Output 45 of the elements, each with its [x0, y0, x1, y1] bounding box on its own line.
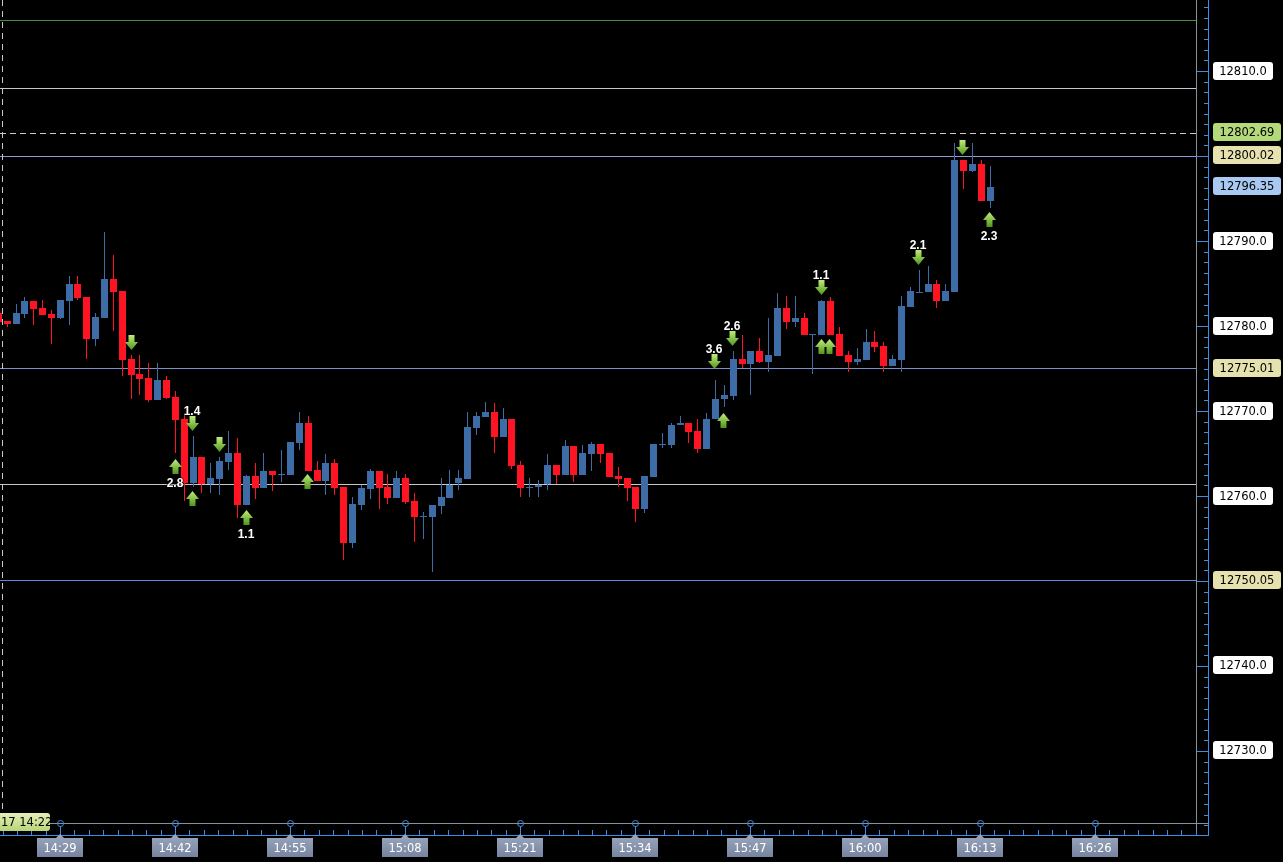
- price-tick-label: 12790.0: [1213, 232, 1273, 250]
- up-arrow-icon: [300, 473, 314, 489]
- down-arrow-icon: [725, 330, 739, 346]
- price-level-label: 12802.69: [1213, 123, 1281, 141]
- down-arrow-icon: [814, 279, 828, 295]
- up-arrow-icon: [185, 490, 199, 506]
- up-arrow-icon: [822, 338, 836, 354]
- price-tick-label: 12770.0: [1213, 402, 1273, 420]
- time-tick-label: 15:08: [382, 834, 428, 857]
- time-tick-label: 16:13: [957, 834, 1003, 857]
- price-tick-label: 12740.0: [1213, 656, 1273, 674]
- down-arrow-icon: [212, 436, 226, 452]
- price-tick-label: 12780.0: [1213, 317, 1273, 335]
- price-level-label: 12775.01: [1213, 359, 1281, 377]
- price-tick-label: 12810.0: [1213, 62, 1273, 80]
- up-arrow-icon: [168, 458, 182, 474]
- down-arrow-icon: [124, 334, 138, 350]
- signal-value: 2.1: [909, 238, 927, 252]
- down-arrow-icon: [955, 139, 969, 155]
- down-arrow-icon: [707, 353, 721, 369]
- price-level-label: 12796.35: [1213, 177, 1281, 195]
- down-arrow-icon: [185, 415, 199, 431]
- signal-value: 3.6: [705, 342, 723, 356]
- signal-value: 1.4: [183, 404, 201, 418]
- signal-value: 1.1: [812, 268, 830, 282]
- time-tick-label: 15:21: [497, 834, 543, 857]
- down-arrow-icon: [911, 249, 925, 265]
- time-tick-label: 14:29: [37, 834, 83, 857]
- price-tick-label: 12760.0: [1213, 487, 1273, 505]
- time-tick-label: 16:00: [842, 834, 888, 857]
- up-arrow-icon: [982, 211, 996, 227]
- signal-value: 2.3: [980, 229, 998, 243]
- up-arrow-icon: [716, 412, 730, 428]
- up-arrow-icon: [814, 338, 828, 354]
- time-tick-label: 15:47: [727, 834, 773, 857]
- price-level-label: 12750.05: [1213, 571, 1281, 589]
- signal-value: 2.6: [723, 319, 741, 333]
- price-level-label: 12800.02: [1213, 146, 1281, 164]
- time-tick-label: 14:42: [152, 834, 198, 857]
- signal-value: 1.1: [237, 527, 255, 541]
- time-tick-label: 14:55: [267, 834, 313, 857]
- up-arrow-icon: [239, 509, 253, 525]
- time-tick-label: 16:26: [1072, 834, 1118, 857]
- time-tick-label: 15:34: [612, 834, 658, 857]
- price-tick-label: 12730.0: [1213, 741, 1273, 759]
